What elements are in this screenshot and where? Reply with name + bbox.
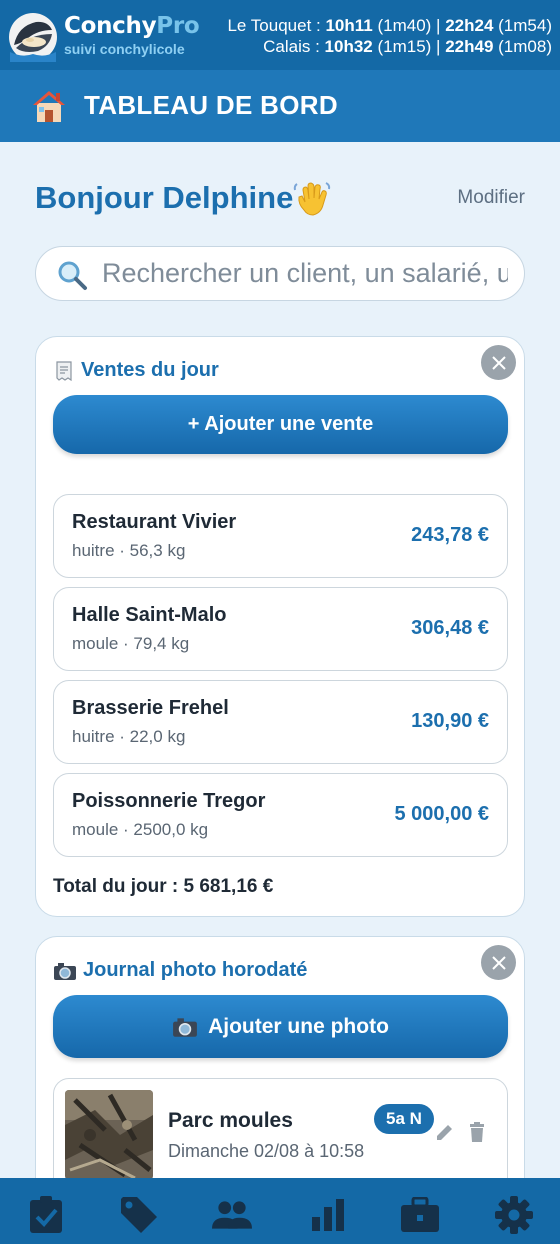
sale-client: Restaurant Vivier xyxy=(72,511,237,533)
sale-item[interactable]: Halle Saint-Malo moule · 79,4 kg 306,48 … xyxy=(53,587,508,671)
nav-clients[interactable] xyxy=(212,1195,252,1235)
sale-amount: 130,90 € xyxy=(411,710,489,732)
sale-amount: 243,78 € xyxy=(411,524,489,546)
sale-client: Brasserie Frehel xyxy=(72,697,229,719)
nav-products[interactable] xyxy=(119,1195,159,1235)
edit-pencil-icon[interactable] xyxy=(434,1121,456,1143)
nav-business[interactable] xyxy=(400,1195,440,1235)
people-icon xyxy=(212,1201,252,1229)
photo-entry-date: Dimanche 02/08 à 10:58 xyxy=(168,1141,365,1161)
sale-detail: huitre · 56,3 kg xyxy=(72,541,186,560)
trash-icon[interactable] xyxy=(466,1121,488,1143)
photo-entry-title: Parc moules xyxy=(168,1109,293,1132)
add-photo-button[interactable]: Ajouter une photo xyxy=(53,995,508,1058)
bar-chart-icon xyxy=(312,1199,344,1231)
sales-card: Ventes du jour + Ajouter une vente Resta… xyxy=(35,336,525,917)
search-icon xyxy=(58,261,87,290)
close-photo-card-button[interactable] xyxy=(481,945,516,980)
camera-icon xyxy=(54,962,76,980)
sale-item[interactable]: Restaurant Vivier huitre · 56,3 kg 243,7… xyxy=(53,494,508,578)
settings-gear-icon xyxy=(495,1196,533,1234)
photo-thumbnail[interactable] xyxy=(65,1090,153,1180)
house-icon xyxy=(33,91,65,122)
brand-subtitle: suivi conchylicole xyxy=(64,41,185,57)
receipt-icon xyxy=(56,360,72,381)
sale-amount: 306,48 € xyxy=(411,617,489,639)
sale-detail: huitre · 22,0 kg xyxy=(72,727,186,746)
tag-icon xyxy=(121,1197,157,1233)
sale-detail: moule · 79,4 kg xyxy=(72,634,190,653)
daily-total: Total du jour : 5 681,16 € xyxy=(53,876,274,897)
tide-row: Le Touquet : 10h11 (1m40) | 22h24 (1m54) xyxy=(227,16,552,35)
sale-client: Halle Saint-Malo xyxy=(72,604,227,626)
tide-row: Calais : 10h32 (1m15) | 22h49 (1m08) xyxy=(263,37,552,56)
close-sales-card-button[interactable] xyxy=(481,345,516,380)
close-icon xyxy=(491,955,506,970)
page-title: TABLEAU DE BORD xyxy=(84,90,338,120)
modify-link[interactable]: Modifier xyxy=(457,187,525,209)
add-sale-button[interactable]: + Ajouter une vente xyxy=(53,395,508,454)
brand-name: ConchyPro xyxy=(64,13,200,39)
waving-hand-icon xyxy=(293,182,331,216)
greeting-text: Bonjour Delphine xyxy=(35,180,294,215)
tide-times: Le Touquet : 10h11 (1m40) | 22h24 (1m54)… xyxy=(227,15,552,57)
sale-amount: 5 000,00 € xyxy=(394,803,489,825)
sale-client: Poissonnerie Tregor xyxy=(72,790,266,812)
search-input[interactable] xyxy=(102,247,508,300)
briefcase-icon xyxy=(401,1197,439,1232)
nav-settings[interactable] xyxy=(494,1195,534,1235)
add-photo-label: Ajouter une photo xyxy=(208,1014,389,1038)
nav-stats[interactable] xyxy=(308,1195,348,1235)
clipboard-check-icon xyxy=(30,1196,62,1233)
close-icon xyxy=(491,355,506,370)
sale-detail: moule · 2500,0 kg xyxy=(72,820,209,839)
app-header: ConchyPro suivi conchylicole Le Touquet … xyxy=(0,0,560,70)
sale-item[interactable]: Poissonnerie Tregor moule · 2500,0 kg 5 … xyxy=(53,773,508,857)
bottom-navigation xyxy=(0,1178,560,1244)
camera-icon xyxy=(173,1017,198,1037)
mussel-logo-icon xyxy=(9,13,57,62)
sale-item[interactable]: Brasserie Frehel huitre · 22,0 kg 130,90… xyxy=(53,680,508,764)
photo-journal-title: Journal photo horodaté xyxy=(83,959,308,981)
sales-card-title: Ventes du jour xyxy=(81,359,219,381)
photo-entry-badge: 5a N xyxy=(374,1104,434,1134)
search-bar[interactable] xyxy=(35,246,525,301)
nav-tasks[interactable] xyxy=(26,1195,66,1235)
